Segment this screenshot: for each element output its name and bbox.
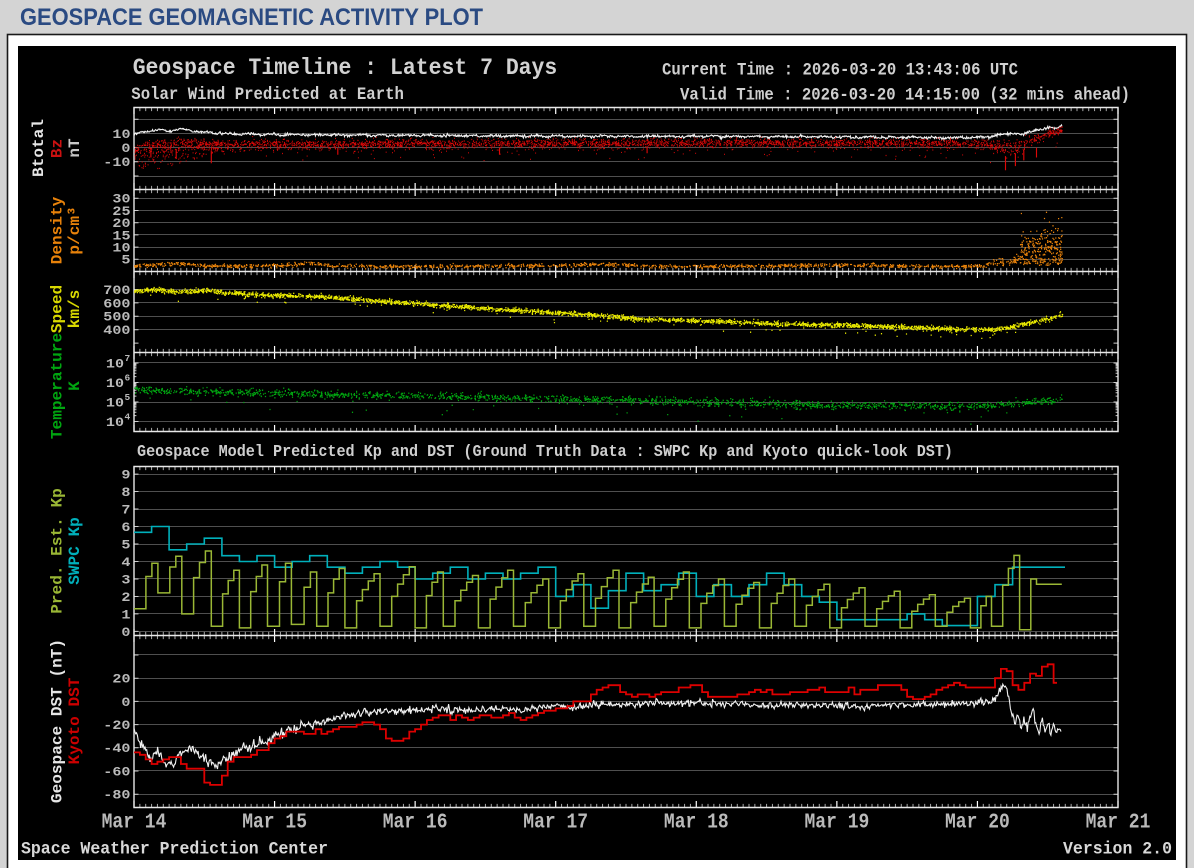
svg-text:Mar 14: Mar 14 xyxy=(102,812,167,835)
svg-text:5: 5 xyxy=(121,253,130,268)
svg-text:5: 5 xyxy=(125,392,131,403)
svg-text:nT: nT xyxy=(66,138,84,158)
svg-text:-10: -10 xyxy=(103,155,130,170)
svg-text:10: 10 xyxy=(106,395,124,410)
svg-text:2: 2 xyxy=(121,590,130,605)
svg-text:Space Weather Prediction Cente: Space Weather Prediction Center xyxy=(21,841,328,860)
svg-text:10: 10 xyxy=(106,415,124,430)
svg-text:Mar 18: Mar 18 xyxy=(664,812,729,835)
svg-text:6: 6 xyxy=(121,520,130,535)
svg-text:Mar 16: Mar 16 xyxy=(383,812,448,835)
svg-text:10: 10 xyxy=(106,356,124,371)
svg-text:km/s: km/s xyxy=(66,290,84,329)
svg-text:Mar 19: Mar 19 xyxy=(805,812,870,835)
svg-text:1: 1 xyxy=(121,607,130,622)
svg-text:0: 0 xyxy=(121,695,130,710)
svg-text:Geospace DST (nT): Geospace DST (nT) xyxy=(49,639,67,803)
svg-text:0: 0 xyxy=(121,141,130,156)
svg-text:7: 7 xyxy=(125,353,131,364)
svg-text:Geospace Timeline : Latest 7 D: Geospace Timeline : Latest 7 Days xyxy=(133,55,558,81)
svg-text:Pred. Est. Kp: Pred. Est. Kp xyxy=(49,488,67,614)
svg-text:10: 10 xyxy=(106,376,124,391)
svg-text:3: 3 xyxy=(121,572,130,587)
svg-text:Bz: Bz xyxy=(49,139,67,158)
svg-text:Solar Wind Predicted at Earth: Solar Wind Predicted at Earth xyxy=(131,86,404,105)
svg-text:Current Time : 2026-03-20 13:4: Current Time : 2026-03-20 13:43:06 UTC xyxy=(662,62,1018,81)
svg-text:Btotal: Btotal xyxy=(30,119,48,177)
svg-text:-60: -60 xyxy=(103,764,130,779)
svg-text:400: 400 xyxy=(103,323,130,338)
svg-text:-40: -40 xyxy=(103,741,130,756)
svg-text:-80: -80 xyxy=(103,788,130,803)
svg-text:-20: -20 xyxy=(103,718,130,733)
svg-text:Mar 17: Mar 17 xyxy=(523,812,588,835)
svg-text:4: 4 xyxy=(125,411,131,422)
svg-text:Valid Time : 2026-03-20 14:15:: Valid Time : 2026-03-20 14:15:00 (32 min… xyxy=(680,86,1130,105)
svg-text:0: 0 xyxy=(121,625,130,640)
svg-text:Geospace Model Predicted Kp an: Geospace Model Predicted Kp and DST (Gro… xyxy=(137,442,953,461)
svg-text:20: 20 xyxy=(112,672,130,687)
svg-text:8: 8 xyxy=(121,485,130,500)
svg-text:Temperature: Temperature xyxy=(49,333,67,439)
svg-text:K: K xyxy=(66,381,84,391)
svg-text:5: 5 xyxy=(121,537,130,552)
svg-text:Density: Density xyxy=(49,196,67,264)
svg-text:p/cm³: p/cm³ xyxy=(66,206,84,254)
svg-text:SWPC Kp: SWPC Kp xyxy=(66,517,84,585)
svg-text:Mar 21: Mar 21 xyxy=(1086,812,1151,835)
svg-text:9: 9 xyxy=(121,468,130,483)
svg-text:10: 10 xyxy=(112,127,130,142)
svg-text:GEOSPACE GEOMAGNETIC ACTIVITY: GEOSPACE GEOMAGNETIC ACTIVITY PLOT xyxy=(20,4,483,31)
svg-text:Mar 20: Mar 20 xyxy=(945,812,1010,835)
svg-text:Mar 15: Mar 15 xyxy=(242,812,307,835)
svg-text:4: 4 xyxy=(121,555,130,570)
svg-text:6: 6 xyxy=(125,372,131,383)
svg-text:Version 2.0: Version 2.0 xyxy=(1063,841,1172,860)
svg-text:Kyoto DST: Kyoto DST xyxy=(66,677,84,764)
svg-text:7: 7 xyxy=(121,502,130,517)
svg-text:Speed: Speed xyxy=(49,285,67,333)
